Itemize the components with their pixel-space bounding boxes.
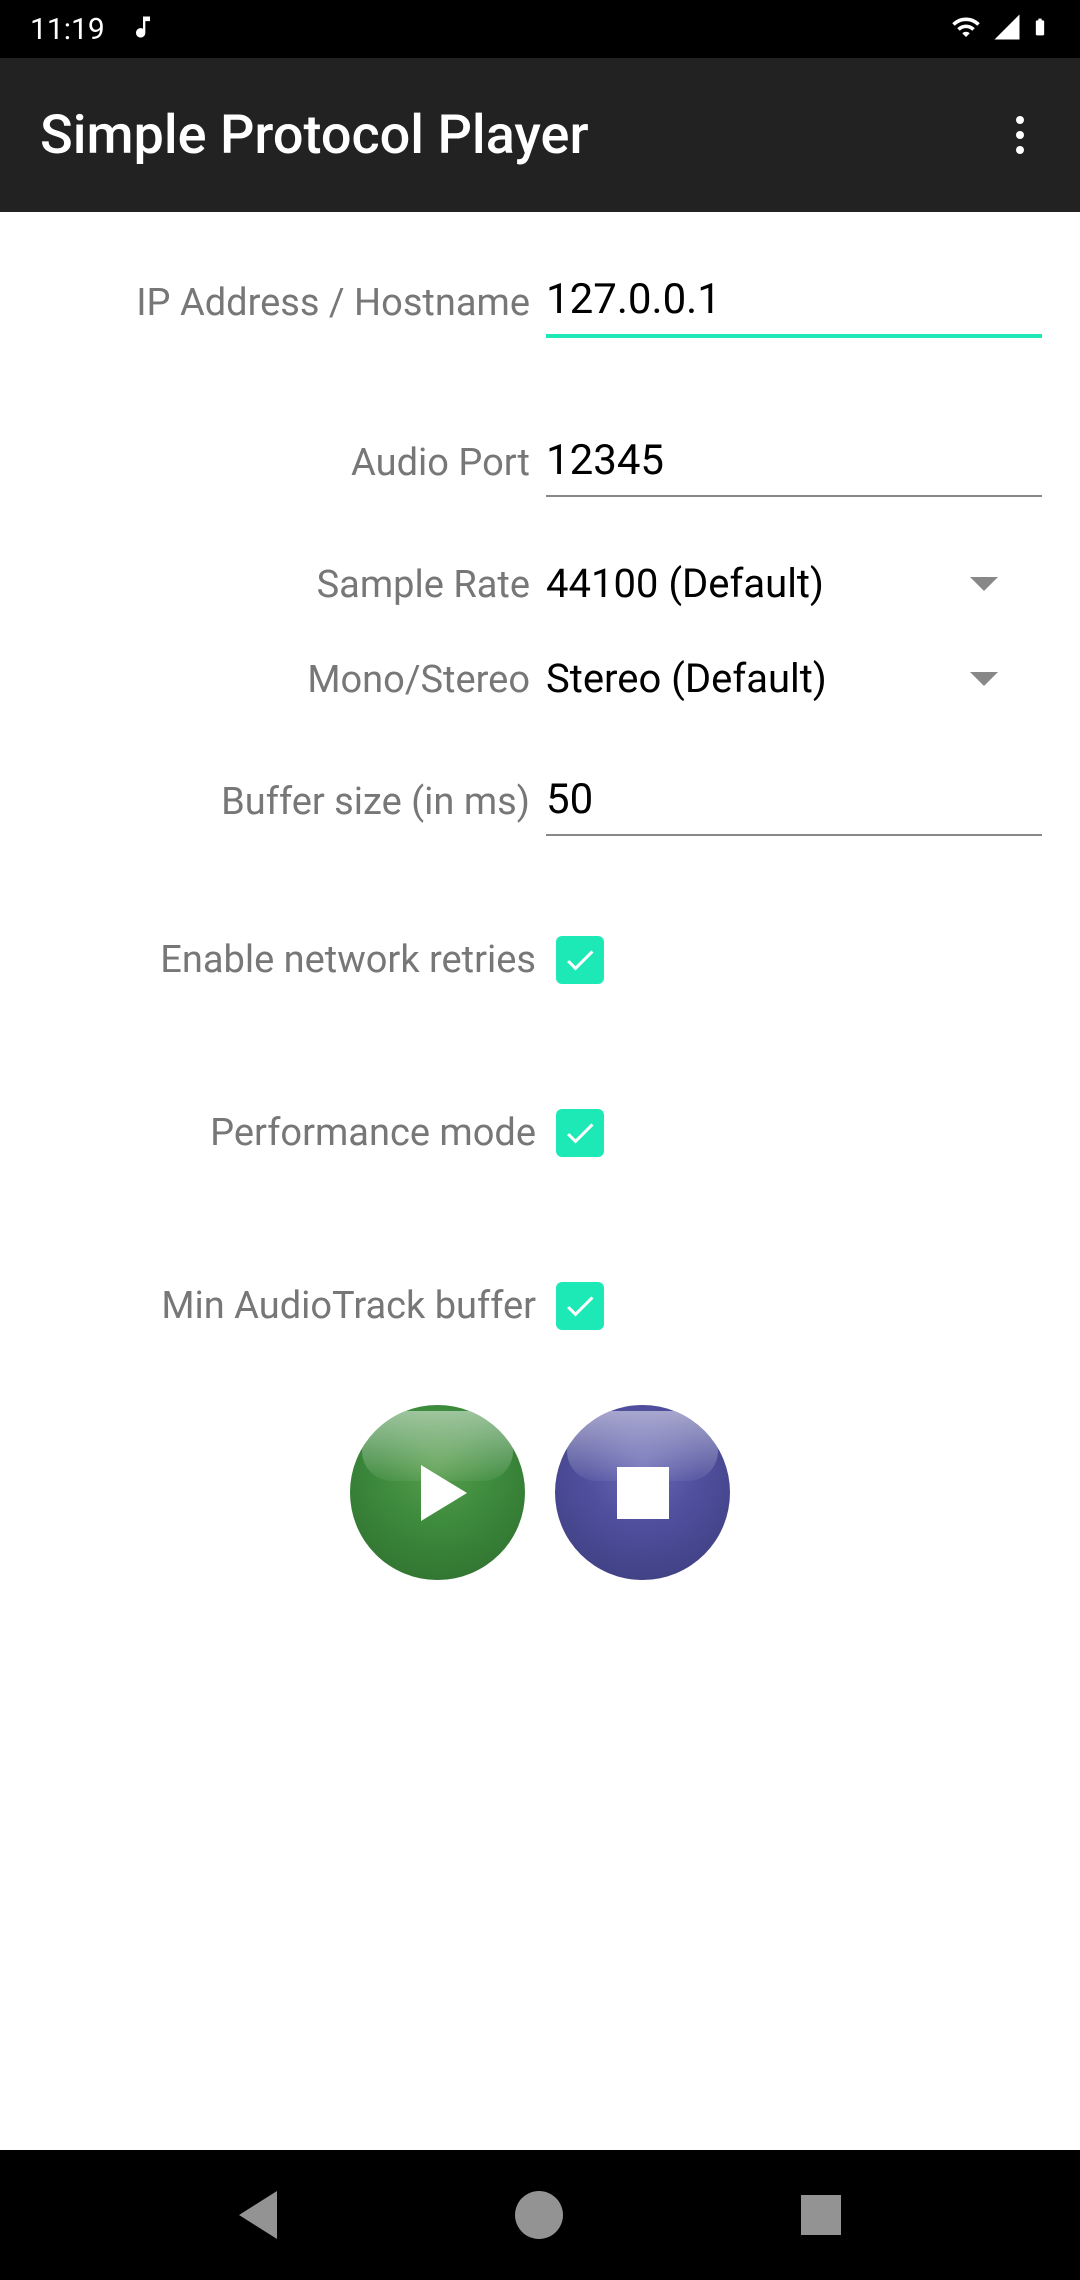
- overflow-dot-icon: [1016, 116, 1024, 124]
- performance-row: Performance mode: [0, 1109, 1080, 1157]
- buffer-row: Buffer size (in ms): [0, 767, 1080, 836]
- stop-button[interactable]: [555, 1405, 730, 1580]
- checkmark-icon: [562, 1288, 598, 1324]
- main-content: IP Address / Hostname Audio Port Sample …: [0, 212, 1080, 2150]
- stop-icon: [617, 1467, 669, 1519]
- status-left: 11:19: [30, 10, 157, 48]
- status-right: [948, 10, 1050, 48]
- chevron-down-icon: [970, 672, 998, 686]
- channels-value: Stereo (Default): [546, 655, 827, 702]
- sample-rate-dropdown[interactable]: 44100 (Default): [546, 552, 1042, 617]
- port-input[interactable]: [546, 428, 1042, 497]
- play-button[interactable]: [350, 1405, 525, 1580]
- app-title: Simple Protocol Player: [40, 104, 589, 167]
- signal-icon: [992, 12, 1022, 46]
- retries-label: Enable network retries: [0, 938, 556, 982]
- min-buffer-row: Min AudioTrack buffer: [0, 1282, 1080, 1330]
- performance-label: Performance mode: [0, 1111, 556, 1155]
- button-row: [0, 1405, 1080, 1580]
- buffer-label: Buffer size (in ms): [0, 780, 546, 824]
- channels-dropdown[interactable]: Stereo (Default): [546, 647, 1042, 712]
- overflow-dot-icon: [1016, 146, 1024, 154]
- retries-row: Enable network retries: [0, 936, 1080, 984]
- min-buffer-label: Min AudioTrack buffer: [0, 1284, 556, 1328]
- performance-checkbox[interactable]: [556, 1109, 604, 1157]
- status-time: 11:19: [30, 12, 105, 47]
- checkmark-icon: [562, 1115, 598, 1151]
- channels-label: Mono/Stereo: [0, 658, 546, 702]
- play-icon: [421, 1465, 467, 1521]
- sample-rate-label: Sample Rate: [0, 563, 546, 607]
- chevron-down-icon: [970, 577, 998, 591]
- ip-input[interactable]: [546, 267, 1042, 338]
- channels-row: Mono/Stereo Stereo (Default): [0, 647, 1080, 712]
- nav-back-button[interactable]: [239, 2191, 277, 2239]
- wifi-icon: [948, 12, 984, 46]
- navigation-bar: [0, 2150, 1080, 2280]
- min-buffer-checkbox[interactable]: [556, 1282, 604, 1330]
- overflow-menu-button[interactable]: [995, 110, 1045, 160]
- port-label: Audio Port: [0, 441, 546, 485]
- nav-home-button[interactable]: [515, 2191, 563, 2239]
- sample-rate-row: Sample Rate 44100 (Default): [0, 552, 1080, 617]
- battery-icon: [1030, 10, 1050, 48]
- overflow-dot-icon: [1016, 131, 1024, 139]
- music-note-icon: [129, 10, 157, 48]
- status-bar: 11:19: [0, 0, 1080, 58]
- checkmark-icon: [562, 942, 598, 978]
- ip-row: IP Address / Hostname: [0, 267, 1080, 338]
- sample-rate-value: 44100 (Default): [546, 560, 824, 607]
- retries-checkbox[interactable]: [556, 936, 604, 984]
- port-row: Audio Port: [0, 428, 1080, 497]
- action-bar: Simple Protocol Player: [0, 58, 1080, 212]
- buffer-input[interactable]: [546, 767, 1042, 836]
- nav-recent-button[interactable]: [801, 2195, 841, 2235]
- ip-label: IP Address / Hostname: [0, 281, 546, 325]
